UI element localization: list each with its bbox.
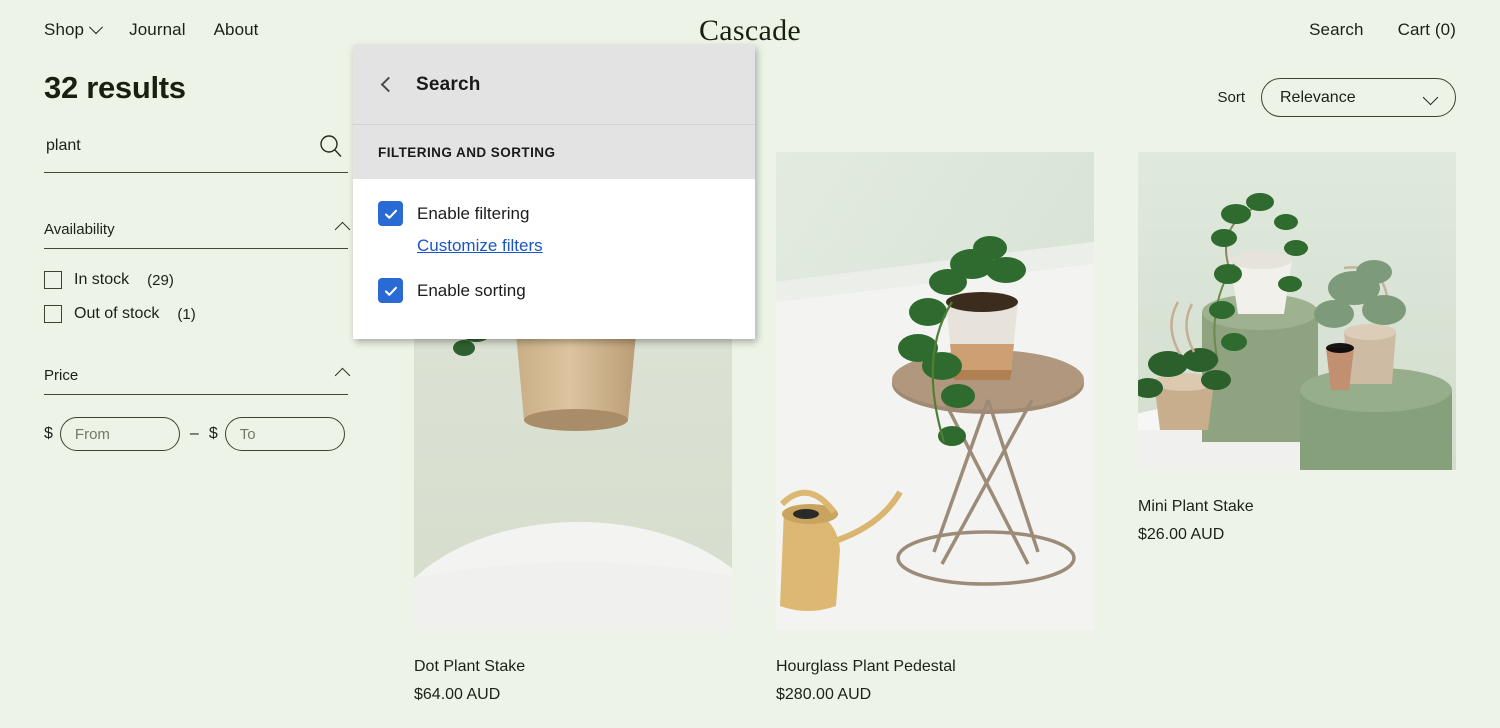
checkbox-checked-icon bbox=[378, 201, 403, 226]
checkbox-out-of-stock[interactable]: Out of stock (1) bbox=[44, 305, 348, 323]
facet-price: Price $ – $ bbox=[44, 367, 351, 451]
search-icon[interactable] bbox=[318, 133, 344, 159]
product-title: Hourglass Plant Pedestal bbox=[776, 658, 956, 675]
enable-sorting-checkbox[interactable]: Enable sorting bbox=[378, 278, 755, 303]
enable-filtering-label: Enable filtering bbox=[417, 203, 530, 223]
facet-price-header[interactable]: Price bbox=[44, 367, 351, 395]
search-settings-panel: Search FILTERING AND SORTING Enable filt… bbox=[353, 45, 755, 339]
checkbox-in-stock-label: In stock bbox=[74, 271, 130, 288]
checkbox-out-of-stock-count: (1) bbox=[177, 305, 196, 323]
chevron-up-icon bbox=[334, 367, 351, 384]
sidebar-search bbox=[44, 135, 348, 173]
product-price: $26.00 AUD bbox=[1138, 526, 1225, 543]
checkbox-out-of-stock-label: Out of stock bbox=[74, 305, 160, 322]
product-card[interactable]: Hourglass Plant Pedestal $280.00 AUD bbox=[776, 152, 1094, 704]
enable-sorting-label: Enable sorting bbox=[417, 280, 526, 300]
back-arrow-icon[interactable] bbox=[380, 76, 397, 93]
panel-header: Search bbox=[353, 45, 755, 125]
product-title: Dot Plant Stake bbox=[414, 658, 526, 675]
price-range-separator: – bbox=[189, 425, 199, 442]
enable-filtering-checkbox[interactable]: Enable filtering bbox=[378, 201, 755, 226]
panel-section-header: FILTERING AND SORTING bbox=[353, 125, 755, 179]
results-count: 32 results bbox=[44, 70, 186, 105]
currency-symbol-to: $ bbox=[208, 425, 218, 442]
chevron-down-icon bbox=[1422, 89, 1439, 106]
facet-availability-body: In stock (29) Out of stock (1) bbox=[44, 249, 348, 323]
facet-availability-header[interactable]: Availability bbox=[44, 221, 351, 249]
checkbox-in-stock[interactable]: In stock (29) bbox=[44, 271, 348, 289]
chevron-up-icon bbox=[334, 221, 351, 238]
panel-title: Search bbox=[416, 73, 481, 95]
panel-body: Enable filtering Customize filters Enabl… bbox=[353, 179, 755, 303]
product-price: $64.00 AUD bbox=[414, 686, 501, 703]
sort-label: Sort bbox=[1217, 89, 1245, 106]
price-range-row: $ – $ bbox=[44, 417, 348, 451]
price-from-input[interactable] bbox=[59, 417, 180, 451]
product-card[interactable]: Mini Plant Stake $26.00 AUD bbox=[1138, 152, 1456, 544]
sort-control: Sort Relevance bbox=[1217, 78, 1456, 117]
nav-right-group: Search Cart (0) bbox=[1309, 20, 1456, 40]
product-price: $280.00 AUD bbox=[776, 686, 872, 703]
facet-availability-title: Availability bbox=[44, 221, 115, 238]
site-logo[interactable]: Cascade bbox=[0, 14, 1500, 48]
checkbox-box bbox=[44, 271, 62, 289]
facet-availability: Availability In stock (29) Out of stock … bbox=[44, 221, 351, 323]
facet-price-title: Price bbox=[44, 367, 79, 384]
price-to-input[interactable] bbox=[224, 417, 345, 451]
checkbox-checked-icon bbox=[378, 278, 403, 303]
currency-symbol-from: $ bbox=[44, 425, 53, 442]
product-title: Mini Plant Stake bbox=[1138, 498, 1254, 515]
search-input[interactable] bbox=[44, 135, 308, 165]
product-image[interactable] bbox=[776, 152, 1094, 630]
sort-dropdown[interactable]: Relevance bbox=[1261, 78, 1456, 117]
checkbox-box bbox=[44, 305, 62, 323]
customize-filters-link[interactable]: Customize filters bbox=[417, 236, 543, 256]
nav-search-link[interactable]: Search bbox=[1309, 20, 1363, 40]
nav-cart-link[interactable]: Cart (0) bbox=[1398, 20, 1456, 40]
sort-selected-value: Relevance bbox=[1280, 88, 1356, 106]
filter-sidebar: 32 results Availability In stock (29) bbox=[44, 70, 351, 451]
page-root: Shop Journal About Cascade Search Cart (… bbox=[0, 0, 1500, 728]
product-image[interactable] bbox=[1138, 152, 1456, 470]
checkbox-in-stock-count: (29) bbox=[147, 271, 174, 289]
panel-section-label: FILTERING AND SORTING bbox=[378, 144, 556, 160]
